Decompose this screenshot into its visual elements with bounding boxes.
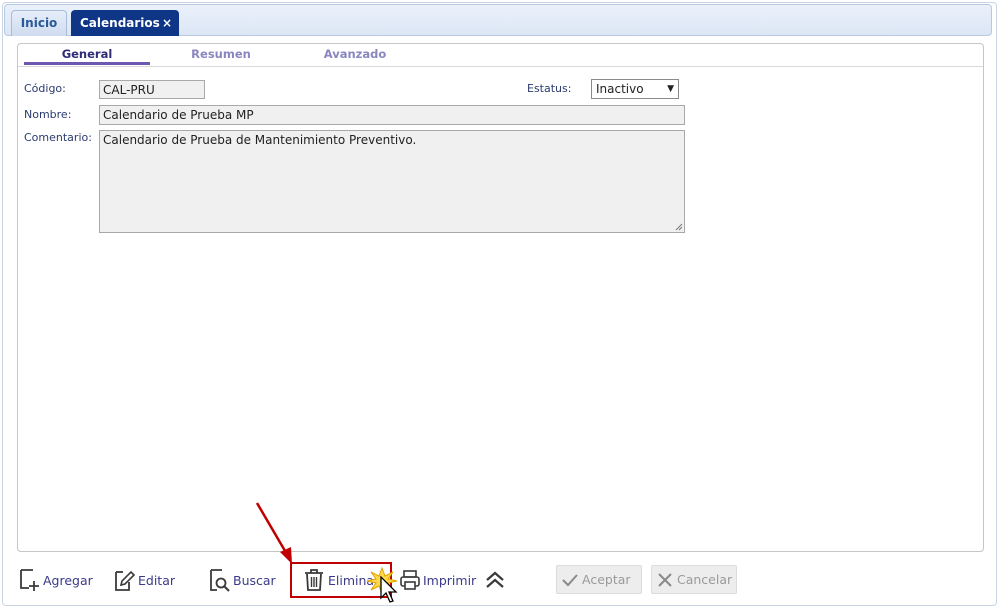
mouse-cursor-icon xyxy=(380,576,398,603)
estatus-select[interactable]: Inactivo ▼ xyxy=(591,79,679,99)
buscar-button[interactable]: Buscar xyxy=(209,568,279,594)
document-tabstrip: Inicio Calendarios × xyxy=(4,4,992,36)
subtab-avanzado[interactable]: Avanzado xyxy=(292,47,418,65)
comentario-label: Comentario: xyxy=(24,131,92,144)
imprimir-button[interactable]: Imprimir xyxy=(399,568,479,594)
estatus-label: Estatus: xyxy=(527,82,572,95)
imprimir-label: Imprimir xyxy=(423,573,477,588)
editar-button[interactable]: Editar xyxy=(114,568,180,594)
add-document-icon xyxy=(20,569,39,591)
edit-document-icon xyxy=(115,570,136,591)
collapse-toolbar-button[interactable] xyxy=(484,568,506,594)
aceptar-button[interactable]: Aceptar xyxy=(556,565,642,594)
cancelar-label: Cancelar xyxy=(677,572,733,587)
nombre-field[interactable]: Calendario de Prueba MP xyxy=(99,105,685,125)
search-document-icon xyxy=(210,569,230,592)
x-icon xyxy=(658,573,672,587)
checkmark-icon xyxy=(562,574,578,587)
agregar-label: Agregar xyxy=(43,573,93,588)
comentario-textarea[interactable]: Calendario de Prueba de Mantenimiento Pr… xyxy=(99,130,685,233)
tab-calendarios[interactable]: Calendarios × xyxy=(71,10,179,36)
printer-icon xyxy=(400,570,420,590)
comentario-text: Calendario de Prueba de Mantenimiento Pr… xyxy=(103,133,417,147)
subtab-bar: General Resumen Avanzado xyxy=(18,44,983,67)
agregar-button[interactable]: Agregar xyxy=(19,568,97,594)
aceptar-label: Aceptar xyxy=(582,572,631,587)
subtab-general[interactable]: General xyxy=(24,47,150,65)
codigo-label: Código: xyxy=(24,82,66,95)
codigo-field[interactable]: CAL-PRU xyxy=(99,80,205,99)
editar-label: Editar xyxy=(138,573,176,588)
buscar-label: Buscar xyxy=(233,573,276,588)
dropdown-caret-icon: ▼ xyxy=(667,84,674,94)
resize-grip-icon[interactable] xyxy=(675,223,683,231)
nombre-label: Nombre: xyxy=(24,108,72,121)
tab-inicio[interactable]: Inicio xyxy=(11,10,67,36)
annotation-arrow xyxy=(255,502,292,564)
estatus-selected-value: Inactivo xyxy=(596,82,644,96)
close-tab-icon[interactable]: × xyxy=(162,11,172,35)
subtab-resumen[interactable]: Resumen xyxy=(158,47,284,65)
tab-calendarios-label: Calendarios xyxy=(80,16,160,30)
cancelar-button[interactable]: Cancelar xyxy=(651,565,737,594)
double-chevron-up-icon xyxy=(486,571,504,588)
